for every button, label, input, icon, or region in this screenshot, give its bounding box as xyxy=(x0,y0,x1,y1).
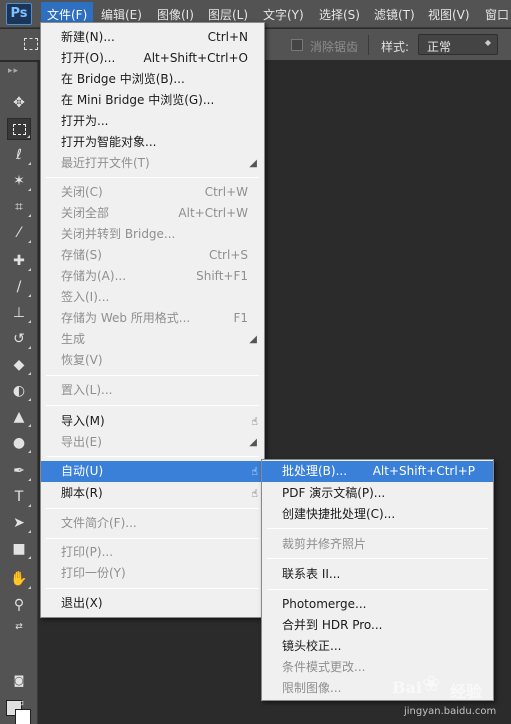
eyedropper-icon[interactable]: ⁄ xyxy=(7,222,31,244)
automate-submenu: 批处理(B)... Alt+Shift+Ctrl+P PDF 演示文稿(P)...… xyxy=(261,459,494,701)
paw-icon: ❀ xyxy=(422,672,441,697)
antialias-label: 消除锯齿 xyxy=(310,40,359,54)
clone-stamp-icon[interactable]: ⊥ xyxy=(7,302,31,324)
menu-select[interactable]: 选择(S) xyxy=(319,6,360,23)
menu-item-open[interactable]: 打开(O)... Alt+Shift+Ctrl+O xyxy=(41,48,264,69)
menu-item-save[interactable]: 存储(S) Ctrl+S xyxy=(41,245,264,266)
pen-icon[interactable]: ✒ xyxy=(7,460,31,482)
menu-item-open-as[interactable]: 打开为... xyxy=(41,111,264,132)
baidu-watermark: Bai ❀ 经验 jingyan.baidu.com xyxy=(388,672,508,720)
lasso-icon[interactable]: ℓ xyxy=(7,144,31,166)
antialias-checkbox[interactable] xyxy=(291,39,303,51)
hand-icon[interactable]: ✋ xyxy=(7,568,31,590)
menu-item-browse-mini-bridge[interactable]: 在 Mini Bridge 中浏览(G)... xyxy=(41,90,264,111)
style-select[interactable]: 正常 ◆ xyxy=(418,34,498,55)
menu-item-import[interactable]: 导入(M) ☝ xyxy=(41,411,264,432)
menu-edit[interactable]: 编辑(E) xyxy=(101,6,142,23)
submenu-item-lens-correction[interactable]: 镜头校正... xyxy=(262,636,493,657)
swap-colors-icon[interactable]: ⇄ xyxy=(7,616,31,638)
rect-marquee-icon[interactable] xyxy=(7,118,31,140)
menu-item-new[interactable]: 新建(N)... Ctrl+N xyxy=(41,27,264,48)
menu-item-save-for-web[interactable]: 存储为 Web 所用格式... F1 xyxy=(41,308,264,329)
menu-item-export[interactable]: 导出(E) ◢ xyxy=(41,432,264,453)
submenu-arrow-icon: ◢ xyxy=(249,437,257,448)
menu-separator xyxy=(46,405,259,406)
menu-separator xyxy=(267,558,488,559)
menu-item-save-as[interactable]: 存储为(A)... Shift+F1 xyxy=(41,266,264,287)
menu-item-automate[interactable]: 自动(U) ☝ xyxy=(41,461,264,482)
menu-item-print[interactable]: 打印(P)... xyxy=(41,542,264,563)
menu-separator xyxy=(267,528,488,529)
menu-item-scripts[interactable]: 脚本(R) ☝ xyxy=(41,483,264,504)
submenu-item-photomerge[interactable]: Photomerge... xyxy=(262,594,493,615)
menu-item-place[interactable]: 置入(L)... xyxy=(41,380,264,401)
menu-filter[interactable]: 滤镜(T) xyxy=(374,6,415,23)
dodge-icon[interactable]: ● xyxy=(7,432,31,454)
pointer-hand-icon: ☝ xyxy=(251,487,258,500)
menu-separator xyxy=(46,177,259,178)
menu-item-file-info[interactable]: 文件简介(F)... xyxy=(41,513,264,534)
menu-item-check-in[interactable]: 签入(I)... xyxy=(41,287,264,308)
zoom-icon[interactable]: ⚲ xyxy=(7,594,31,616)
menu-item-browse-bridge[interactable]: 在 Bridge 中浏览(B)... xyxy=(41,69,264,90)
menu-layer[interactable]: 图层(L) xyxy=(208,6,248,23)
submenu-item-merge-hdr[interactable]: 合并到 HDR Pro... xyxy=(262,615,493,636)
menu-type[interactable]: 文字(Y) xyxy=(263,6,304,23)
menu-item-generate[interactable]: 生成 ◢ xyxy=(41,329,264,350)
submenu-item-pdf-presentation[interactable]: PDF 演示文稿(P)... xyxy=(262,483,493,504)
crop-icon[interactable]: ⌗ xyxy=(7,196,31,218)
rectangle-icon[interactable]: ■ xyxy=(7,538,31,560)
menu-window[interactable]: 窗口 xyxy=(485,6,509,23)
submenu-item-batch[interactable]: 批处理(B)... Alt+Shift+Ctrl+P xyxy=(262,461,493,482)
watermark-brand-suffix: 经验 xyxy=(450,682,483,701)
menu-separator xyxy=(267,589,488,590)
tools-panel: ▸▸ ✥ ℓ ✶ ⌗ ⁄ ✚ / ⊥ ↺ ◆ ◐ ▲ ● ✒ T ➤ ■ ✋ ⚲… xyxy=(0,62,38,724)
submenu-arrow-icon: ◢ xyxy=(249,334,257,345)
paint-bucket-icon[interactable]: ◐ xyxy=(7,380,31,402)
menu-separator xyxy=(46,538,259,539)
history-brush-icon[interactable]: ↺ xyxy=(7,328,31,350)
screen-mode-icon[interactable]: ▭ xyxy=(7,692,31,714)
menu-separator xyxy=(46,588,259,589)
eraser-icon[interactable]: ◆ xyxy=(7,354,31,376)
style-select-value: 正常 xyxy=(427,40,452,54)
brush-icon[interactable]: / xyxy=(7,276,31,298)
submenu-arrow-icon: ◢ xyxy=(249,158,257,169)
path-selection-icon[interactable]: ➤ xyxy=(7,512,31,534)
submenu-item-crop-straighten[interactable]: 裁剪并修齐照片 xyxy=(262,534,493,555)
menu-separator xyxy=(46,508,259,509)
menu-item-print-one-copy[interactable]: 打印一份(Y) xyxy=(41,563,264,584)
menu-item-close-all[interactable]: 关闭全部 Alt+Ctrl+W xyxy=(41,203,264,224)
pointer-hand-icon: ☝ xyxy=(251,415,258,428)
style-label: 样式: xyxy=(381,40,410,54)
type-icon[interactable]: T xyxy=(7,486,31,508)
watermark-brand: Bai xyxy=(392,678,422,697)
menu-item-exit[interactable]: 退出(X) xyxy=(41,593,264,614)
photoshop-logo: Ps xyxy=(6,3,32,25)
watermark-url: jingyan.baidu.com xyxy=(404,706,497,717)
panel-grip-icon[interactable]: ▸▸ xyxy=(8,66,19,76)
move-icon[interactable]: ✥ xyxy=(7,92,31,114)
submenu-item-contact-sheet[interactable]: 联系表 II... xyxy=(262,564,493,585)
marquee-preset-icon[interactable] xyxy=(24,38,38,50)
menu-separator xyxy=(46,375,259,376)
menu-item-revert[interactable]: 恢复(V) xyxy=(41,350,264,371)
submenu-item-create-droplet[interactable]: 创建快捷批处理(C)... xyxy=(262,504,493,525)
menu-image[interactable]: 图像(I) xyxy=(157,6,194,23)
menu-item-open-smart-object[interactable]: 打开为智能对象... xyxy=(41,132,264,153)
pointer-hand-icon: ☝ xyxy=(251,465,258,478)
options-divider xyxy=(368,35,369,55)
menu-item-close-go-bridge[interactable]: 关闭并转到 Bridge... xyxy=(41,224,264,245)
blur-icon[interactable]: ▲ xyxy=(7,406,31,428)
quick-mask-icon[interactable]: ◙ xyxy=(7,670,31,692)
magic-wand-icon[interactable]: ✶ xyxy=(7,170,31,192)
file-menu: 新建(N)... Ctrl+N 打开(O)... Alt+Shift+Ctrl+O … xyxy=(40,22,265,618)
chevron-updown-icon: ◆ xyxy=(484,38,491,47)
healing-brush-icon[interactable]: ✚ xyxy=(7,250,31,272)
menu-separator xyxy=(46,456,259,457)
menu-item-close[interactable]: 关闭(C) Ctrl+W xyxy=(41,182,264,203)
menu-view[interactable]: 视图(V) xyxy=(428,6,470,23)
menu-item-recent-files[interactable]: 最近打开文件(T) ◢ xyxy=(41,153,264,174)
